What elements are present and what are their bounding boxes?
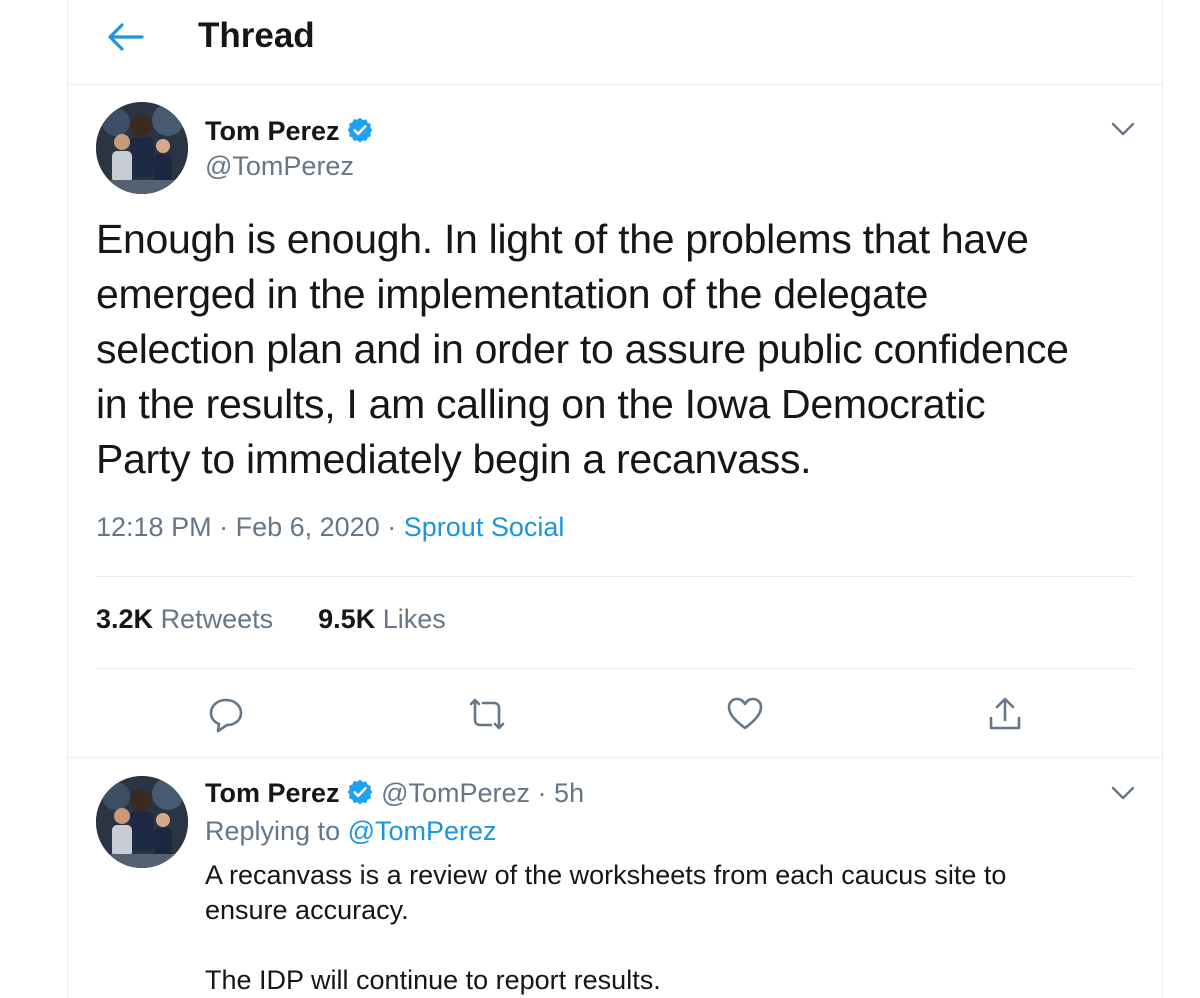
- reply-chevron-down-icon[interactable]: [1110, 784, 1136, 802]
- tweet-meta: 12:18 PM · Feb 6, 2020 · Sprout Social: [96, 512, 564, 543]
- retweets-count: 3.2K: [96, 604, 154, 634]
- replying-to-mention[interactable]: @TomPerez: [348, 816, 497, 846]
- avatar-photo: [96, 776, 188, 868]
- retweets-stat[interactable]: 3.2K Retweets: [96, 604, 273, 634]
- author-handle[interactable]: @TomPerez: [205, 151, 354, 182]
- reply-avatar[interactable]: [96, 776, 188, 868]
- tweet-time[interactable]: 12:18 PM: [96, 512, 212, 542]
- likes-count: 9.5K: [318, 604, 376, 634]
- like-icon[interactable]: [725, 694, 769, 738]
- verified-badge-icon: [346, 116, 374, 151]
- stats-divider-bottom: [96, 668, 1134, 669]
- reply-tweet-text: A recanvass is a review of the worksheet…: [205, 860, 1007, 995]
- tweet-stats: 3.2K Retweets 9.5K Likes: [96, 604, 446, 635]
- verified-badge-icon: [346, 778, 374, 813]
- replying-to-line: Replying to @TomPerez: [205, 816, 497, 847]
- column-border-right: [1162, 0, 1163, 998]
- avatar-photo: [96, 102, 188, 194]
- likes-label: Likes: [382, 604, 446, 634]
- header-divider: [68, 84, 1162, 85]
- reply-author-handle: @TomPerez: [381, 778, 531, 808]
- meta-separator: ·: [387, 512, 397, 542]
- tweet-date[interactable]: Feb 6, 2020: [236, 512, 380, 542]
- reply-author-name: Tom Perez: [205, 778, 340, 808]
- page-title: Thread: [198, 16, 315, 55]
- tweet-text: Enough is enough. In light of the proble…: [96, 216, 1069, 482]
- reply-author-row[interactable]: Tom Perez @TomPerez · 5h: [205, 778, 584, 813]
- avatar[interactable]: [96, 102, 188, 194]
- retweet-icon[interactable]: [465, 694, 509, 738]
- chevron-down-icon[interactable]: [1110, 120, 1136, 138]
- reply-time-separator: ·: [537, 778, 547, 808]
- back-arrow-icon[interactable]: [106, 20, 144, 54]
- author-name-row[interactable]: Tom Perez: [205, 116, 374, 151]
- share-icon[interactable]: [985, 694, 1029, 738]
- reply-time[interactable]: 5h: [554, 778, 584, 808]
- reply-icon[interactable]: [206, 694, 250, 738]
- likes-stat[interactable]: 9.5K Likes: [318, 604, 446, 634]
- tweet-source-link[interactable]: Sprout Social: [404, 512, 565, 542]
- retweets-label: Retweets: [160, 604, 274, 634]
- meta-separator: ·: [219, 512, 229, 542]
- column-border-left: [67, 0, 68, 998]
- tweet-divider: [68, 757, 1162, 758]
- author-name: Tom Perez: [205, 116, 340, 146]
- replying-prefix: Replying to: [205, 816, 341, 846]
- stats-divider-top: [96, 576, 1134, 577]
